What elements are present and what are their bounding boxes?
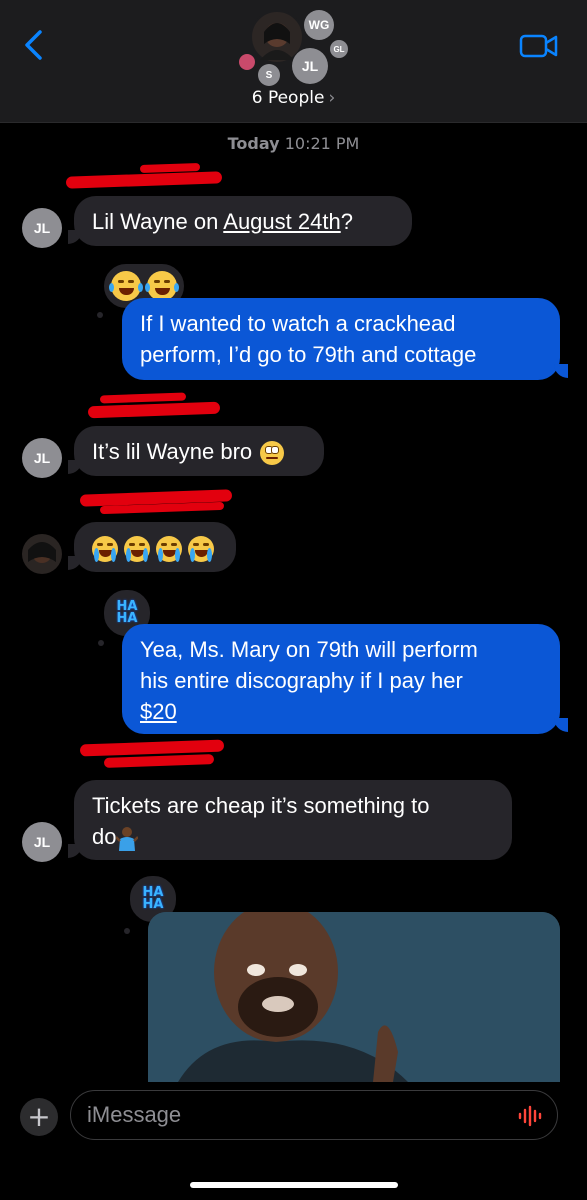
loudly-crying-emoji-icon: [92, 536, 118, 563]
timestamp-day: Today: [227, 134, 280, 153]
person-shrugging-emoji-icon: [115, 825, 140, 852]
money-link[interactable]: $20: [140, 696, 542, 727]
group-people-link[interactable]: 6 People ›: [0, 88, 587, 108]
message-line: his entire discography if I pay her: [140, 668, 463, 693]
conversation-header: WG GL JL S 6 People ›: [0, 0, 587, 123]
plus-icon[interactable]: +: [20, 1098, 58, 1136]
message-bubble-incoming[interactable]: [74, 522, 236, 572]
message-line: Tickets are cheap it’s something to: [92, 793, 430, 818]
loudly-crying-emoji-icon: [124, 536, 150, 563]
date-link[interactable]: August 24th: [223, 209, 340, 234]
tapback-dot: [98, 640, 104, 646]
message-line: Yea, Ms. Mary on 79th will perform: [140, 637, 478, 662]
people-count-label: 6 People: [251, 88, 325, 108]
message-text: Lil Wayne on: [92, 209, 224, 234]
loudly-crying-emoji-icon: [188, 536, 214, 563]
sender-avatar-jl[interactable]: JL: [22, 438, 62, 478]
video-camera-icon[interactable]: [519, 32, 559, 60]
imessage-input[interactable]: iMessage: [70, 1090, 558, 1140]
sender-avatar-jl[interactable]: JL: [22, 822, 62, 862]
sender-avatar-jl[interactable]: JL: [22, 208, 62, 248]
message-bubble-outgoing[interactable]: Yea, Ms. Mary on 79th will perform his e…: [122, 624, 560, 734]
message-text: It’s lil Wayne bro: [92, 439, 253, 464]
laughing-crying-emoji-icon: [109, 271, 143, 301]
redacted-sender-name: [87, 401, 221, 419]
audio-waveform-icon[interactable]: [517, 1105, 543, 1127]
message-bubble-incoming[interactable]: Lil Wayne on August 24th?: [74, 196, 412, 246]
bubble-tail: [554, 718, 568, 732]
image-message[interactable]: [148, 912, 560, 1082]
redacted-sender-name-2: [103, 754, 215, 768]
message-line: perform, I’d go to 79th and cottage: [140, 342, 477, 367]
redacted-sender-name-2: [99, 392, 187, 404]
loudly-crying-emoji-icon: [156, 536, 182, 563]
group-avatars[interactable]: WG GL JL S: [228, 6, 364, 86]
message-bubble-outgoing[interactable]: If I wanted to watch a crackhead perform…: [122, 298, 560, 380]
bubble-tail: [554, 364, 568, 378]
thread-timestamp: Today 10:21 PM: [0, 134, 587, 153]
message-line: do: [92, 824, 117, 849]
message-bubble-incoming[interactable]: It’s lil Wayne bro: [74, 426, 324, 476]
home-indicator: [190, 1182, 398, 1188]
tapback-dot: [124, 928, 130, 934]
member-avatar-wg: WG: [304, 10, 334, 40]
member-avatar-jl: JL: [292, 48, 328, 84]
message-text-suffix: ?: [340, 209, 353, 234]
member-avatar-gl: GL: [330, 40, 348, 58]
message-line: If I wanted to watch a crackhead: [140, 311, 456, 336]
eye-roll-emoji-icon: [260, 441, 285, 466]
laughing-crying-emoji-icon: [145, 271, 179, 301]
input-placeholder: iMessage: [87, 1102, 182, 1127]
sender-avatar-photo[interactable]: [22, 534, 62, 574]
redacted-sender-name: [65, 171, 223, 189]
tapback-dot: [97, 312, 103, 318]
timestamp-time: 10:21 PM: [284, 134, 360, 153]
member-avatar-small-photo: [239, 54, 255, 70]
member-avatar-s: S: [258, 64, 280, 86]
message-bubble-incoming[interactable]: Tickets are cheap it’s something to do: [74, 780, 512, 860]
back-chevron-icon[interactable]: [18, 28, 52, 62]
chevron-right-icon: ›: [328, 88, 336, 108]
